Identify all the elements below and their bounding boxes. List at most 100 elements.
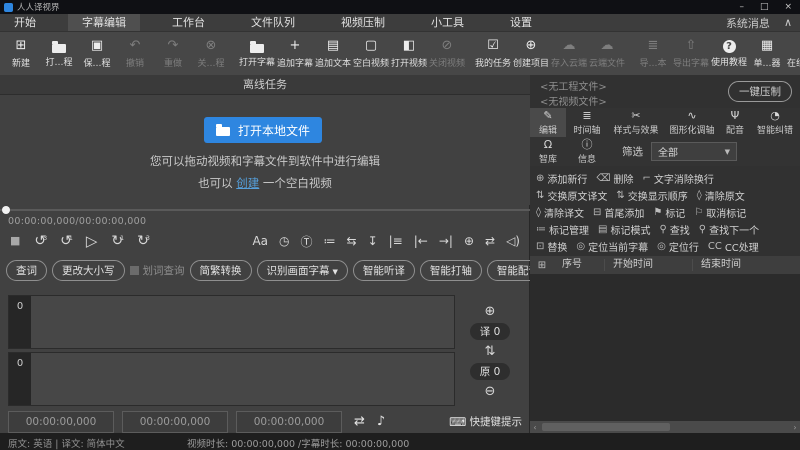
music-note-icon[interactable]: ♪ — [377, 414, 385, 429]
align-icon[interactable]: |≡ — [389, 234, 403, 248]
checkbox-icon[interactable] — [130, 266, 139, 275]
tab-graph-adjust[interactable]: ∿ 图形化调轴 — [664, 108, 720, 137]
create-blank-video-link[interactable]: 创建 — [236, 176, 259, 190]
menu-video-compress[interactable]: 视频压制 — [327, 14, 399, 31]
action-add-row[interactable]: ⊕添加新行 — [536, 170, 587, 186]
minimize-button[interactable]: – — [739, 2, 744, 12]
action-locate-row[interactable]: ◎定位行 — [657, 238, 699, 254]
action-clear-source[interactable]: ◊清除原文 — [697, 187, 745, 203]
swap-icon[interactable]: ⇄ — [485, 234, 495, 248]
change-case-button[interactable]: 更改大小写 — [52, 260, 125, 281]
rewind-1s-button[interactable]: ↺1 — [60, 232, 72, 250]
tab-smart-correct[interactable]: ◔ 智能纠错 — [750, 108, 800, 137]
tab-dubbing[interactable]: Ψ 配音 — [720, 108, 750, 137]
merge-lines-icon[interactable]: ⇆ — [347, 234, 357, 248]
toolbar-save-to-cloud[interactable]: ☁ 存入云端 — [550, 34, 588, 74]
menu-start[interactable]: 开始 — [0, 14, 50, 31]
translation-track[interactable]: 0 — [8, 295, 455, 349]
menu-file-queue[interactable]: 文件队列 — [237, 14, 309, 31]
seek-knob[interactable] — [2, 206, 10, 214]
menu-settings[interactable]: 设置 — [496, 14, 546, 31]
toolbar-append-subtitle[interactable]: + 追加字幕 — [276, 34, 314, 74]
snap-start-icon[interactable]: |← — [414, 234, 428, 248]
open-local-file-button[interactable]: 打开本地文件 — [204, 117, 322, 143]
toolbar-open-video[interactable]: ◧ 打开视频 — [390, 34, 428, 74]
rewind-3s-button[interactable]: ↺3 — [34, 232, 46, 250]
subtitle-table-body[interactable] — [530, 274, 800, 421]
play-button[interactable]: ▷ — [86, 232, 98, 250]
tab-info[interactable]: ⓘ 信息 — [566, 137, 608, 166]
toolbar-append-text[interactable]: ▤ 追加文本 — [314, 34, 352, 74]
start-time-field[interactable] — [8, 411, 114, 433]
swap-tracks-icon[interactable]: ⇅ — [485, 344, 496, 359]
stop-button[interactable]: ■ — [10, 232, 20, 250]
filter-select[interactable]: 全部 ▼ — [651, 142, 737, 161]
seek-track[interactable] — [0, 209, 530, 211]
toolbar-new-file[interactable]: ⊞ 新建 — [2, 34, 40, 74]
forward-3s-button[interactable]: ↻3 — [137, 232, 149, 250]
tab-timeline[interactable]: ≣ 时间轴 — [566, 108, 608, 137]
shortcut-hint-button[interactable]: ⌨ 快捷键提示 — [449, 414, 530, 429]
action-cc-process[interactable]: CCCC处理 — [708, 238, 759, 254]
smart-transcribe-button[interactable]: 智能听译 — [353, 260, 415, 281]
close-button[interactable]: × — [784, 2, 792, 12]
scrollbar-thumb[interactable] — [542, 423, 670, 431]
toolbar-export-subtitle[interactable]: ⇧ 导出字幕 — [672, 34, 710, 74]
menu-subtitle-edit[interactable]: 字幕编辑 — [68, 14, 140, 31]
text-style-icon[interactable]: Ⓣ — [300, 233, 312, 250]
loop-repeat-icon[interactable]: ⇄ — [354, 414, 365, 429]
word-select-lookup-checkbox[interactable]: 划词查询 — [130, 263, 185, 278]
action-swap-source-translation[interactable]: ⇅交换原文译文 — [536, 187, 607, 203]
toolbar-calculator[interactable]: ▦ 单…器 — [748, 34, 786, 74]
action-unmark[interactable]: ⚐取消标记 — [694, 204, 746, 220]
action-find[interactable]: ⚲查找 — [659, 221, 689, 237]
menu-workbench[interactable]: 工作台 — [158, 14, 219, 31]
toolbar-import-script[interactable]: ≣ 导…本 — [634, 34, 672, 74]
lookup-word-button[interactable]: 查词 — [6, 260, 47, 281]
action-swap-display-order[interactable]: ⇅交换显示顺序 — [616, 187, 687, 203]
menu-small-tools[interactable]: 小工具 — [417, 14, 478, 31]
original-track[interactable]: 0 — [8, 352, 455, 406]
snap-end-icon[interactable]: →| — [439, 234, 453, 248]
system-message-button[interactable]: 系统消息 — [726, 15, 770, 31]
duration-time-field[interactable] — [236, 411, 342, 433]
zoom-out-icon[interactable]: ⊖ — [485, 384, 496, 399]
zoom-in-icon[interactable]: ⊕ — [485, 304, 496, 319]
action-replace[interactable]: ⊡替换 — [536, 238, 567, 254]
target-icon[interactable]: ⊕ — [464, 234, 474, 248]
action-mark-mode[interactable]: ▤标记模式 — [598, 221, 650, 237]
forward-1s-button[interactable]: ↻1 — [111, 232, 123, 250]
tab-knowledge-base[interactable]: Ω 智库 — [530, 137, 566, 166]
scroll-right-arrow[interactable]: › — [790, 423, 800, 432]
action-locate-current-subtitle[interactable]: ◎定位当前字幕 — [576, 238, 648, 254]
toolbar-cloud-files[interactable]: ☁ 云端文件 — [588, 34, 626, 74]
action-find-next[interactable]: ⚲查找下一个 — [699, 221, 759, 237]
tab-edit[interactable]: ✎ 编辑 — [530, 108, 566, 137]
toolbar-open-project[interactable]: 打…程 — [40, 34, 78, 74]
toolbar-tutorial[interactable]: ? 使用教程 — [710, 34, 748, 74]
collapse-chevron-icon[interactable]: ∧ — [784, 16, 792, 29]
font-size-icon[interactable]: Aa — [252, 234, 268, 248]
toolbar-my-tasks[interactable]: ☑ 我的任务 — [474, 34, 512, 74]
simplified-traditional-button[interactable]: 简繁转换 — [190, 260, 252, 281]
toolbar-online-support[interactable]: Ω 在线客服 — [786, 34, 800, 74]
scroll-left-arrow[interactable]: ‹ — [530, 423, 540, 432]
end-time-field[interactable] — [122, 411, 228, 433]
action-remove-linebreak[interactable]: ⌐文字消除换行 — [643, 170, 714, 186]
toolbar-close-video[interactable]: ⊘ 关闭视频 — [428, 34, 466, 74]
toolbar-undo[interactable]: ↶ 撤销 — [116, 34, 154, 74]
action-delete[interactable]: ⌫删除 — [596, 170, 633, 186]
action-clear-translation[interactable]: ◊清除译文 — [536, 204, 584, 220]
toolbar-save-project[interactable]: ▣ 保…程 — [78, 34, 116, 74]
slider-settings-icon[interactable]: ≔ — [324, 234, 336, 248]
toolbar-redo[interactable]: ↷ 重做 — [154, 34, 192, 74]
action-mark-manager[interactable]: ≔标记管理 — [536, 221, 589, 237]
seek-bar[interactable] — [0, 206, 530, 214]
toolbar-close-project[interactable]: ⊗ 关…程 — [192, 34, 230, 74]
toolbar-open-subtitle[interactable]: 打开字幕 — [238, 34, 276, 74]
one-click-compress-button[interactable]: 一键压制 — [728, 81, 792, 102]
maximize-button[interactable]: □ — [760, 2, 769, 12]
split-line-icon[interactable]: ↧ — [368, 234, 378, 248]
time-clock-icon[interactable]: ◷ — [279, 234, 289, 248]
audio-volume-icon[interactable]: ◁) — [506, 234, 520, 248]
